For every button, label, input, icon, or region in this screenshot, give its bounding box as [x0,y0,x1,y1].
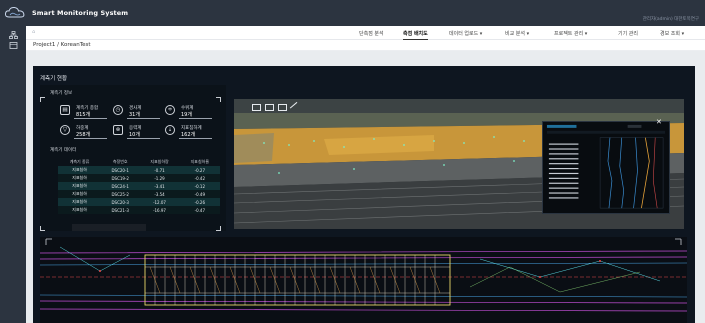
meter-data-title: 계측기 데이터 [50,148,77,153]
table-row[interactable]: 지표침하 DSC25-2 -3.54 -0.49 [58,190,220,198]
columns-icon[interactable] [265,104,274,111]
sensor-popup-chart[interactable] [542,121,670,214]
grid-icon[interactable] [252,104,261,111]
clipboard-icon: ▤ [60,105,70,115]
col-number[interactable]: 측정번호 [101,157,139,166]
frame-corner [40,226,45,231]
nav-single-point-analysis[interactable]: 단측점 분석 [359,30,384,37]
monitor-icon[interactable] [9,42,18,50]
panel-title: 계측기 현황 [40,76,68,82]
stat-strain-gauge: ⊗ 응력계 10개 [113,125,161,141]
stat-load-cell: ▽ 하중계 258개 [60,125,108,141]
nav-point-layout[interactable]: 측점 배치도 [403,30,428,40]
frame-corner [216,226,221,231]
funnel-icon: ▽ [60,125,70,135]
table-row[interactable]: 지표침하 DSC20-1 -0.71 -0.27 [58,166,220,174]
nav-bar: ⌂ 단측점 분석 측점 배치도 데이터 업로드 ▾ 비교 분석 ▾ 프로젝트 관… [26,26,705,40]
stat-settlement: ⇣ 지표침하계 162개 [165,125,217,141]
breadcrumb[interactable]: Project1 / KoreanTest [26,40,705,51]
table-scrollbar[interactable] [72,224,146,231]
nav-data-upload[interactable]: 데이터 업로드 ▾ [449,30,482,37]
sidebar [0,26,26,323]
stat-water-level: ≑ 수위계 19개 [165,105,213,121]
level-icon: ≑ [165,105,175,115]
table-header-row: 계측기 종류 측정번호 지표침하량 지표침하율 [58,157,220,166]
nav-project-manage[interactable]: 프로젝트 관리 ▾ [554,30,587,37]
meter-data-table: 계측기 종류 측정번호 지표침하량 지표침하율 지표침하 DSC20-1 -0.71… [58,157,220,214]
col-type[interactable]: 계측기 종류 [58,157,101,166]
table-row[interactable]: 지표침하 DSC21-3 -16.97 -0.47 [58,206,220,214]
nav-device-manage[interactable]: 기기 관리 [618,30,638,37]
cloud-logo-icon [4,6,25,18]
settlement-icon: ⇣ [165,125,175,135]
sitemap-icon[interactable] [9,31,18,39]
table-row[interactable]: 지표침하 DSC20-3 -12.07 -0.26 [58,198,220,206]
stat-total: ▤ 계측기 종합 815개 [60,105,108,121]
nav-alarm-search[interactable]: 경보 조회 ▾ [660,30,684,37]
clock-icon: ◷ [113,105,123,115]
table-row[interactable]: 지표침하 DSC24-1 -3.41 -0.12 [58,182,220,190]
nav-compare-analysis[interactable]: 비교 분석 ▾ [505,30,529,37]
home-icon[interactable]: ⌂ [32,29,35,35]
meter-info-title: 계측기 정보 [50,91,73,96]
layer-icon[interactable] [278,104,287,111]
col-rate[interactable]: 지표침하율 [180,157,220,166]
table-row[interactable]: 지표침하 DSC19-2 -1.29 -0.42 [58,174,220,182]
frame-corner [216,97,221,102]
map-toolbar [252,101,304,114]
frame-corner [40,97,45,102]
app-title: Smart Monitoring System [32,9,129,17]
col-settlement[interactable]: 지표침하량 [139,157,179,166]
top-header: Smart Monitoring System 관리자(admin) 대한토목연… [0,0,705,26]
cad-layout-drawing[interactable] [40,237,687,323]
stat-inclinometer: ◷ 경사계 31개 [113,105,161,121]
close-icon[interactable]: ✕ [656,118,662,126]
user-info[interactable]: 관리자(admin) 대한토목연구 [643,16,699,22]
strain-icon: ⊗ [113,125,123,135]
